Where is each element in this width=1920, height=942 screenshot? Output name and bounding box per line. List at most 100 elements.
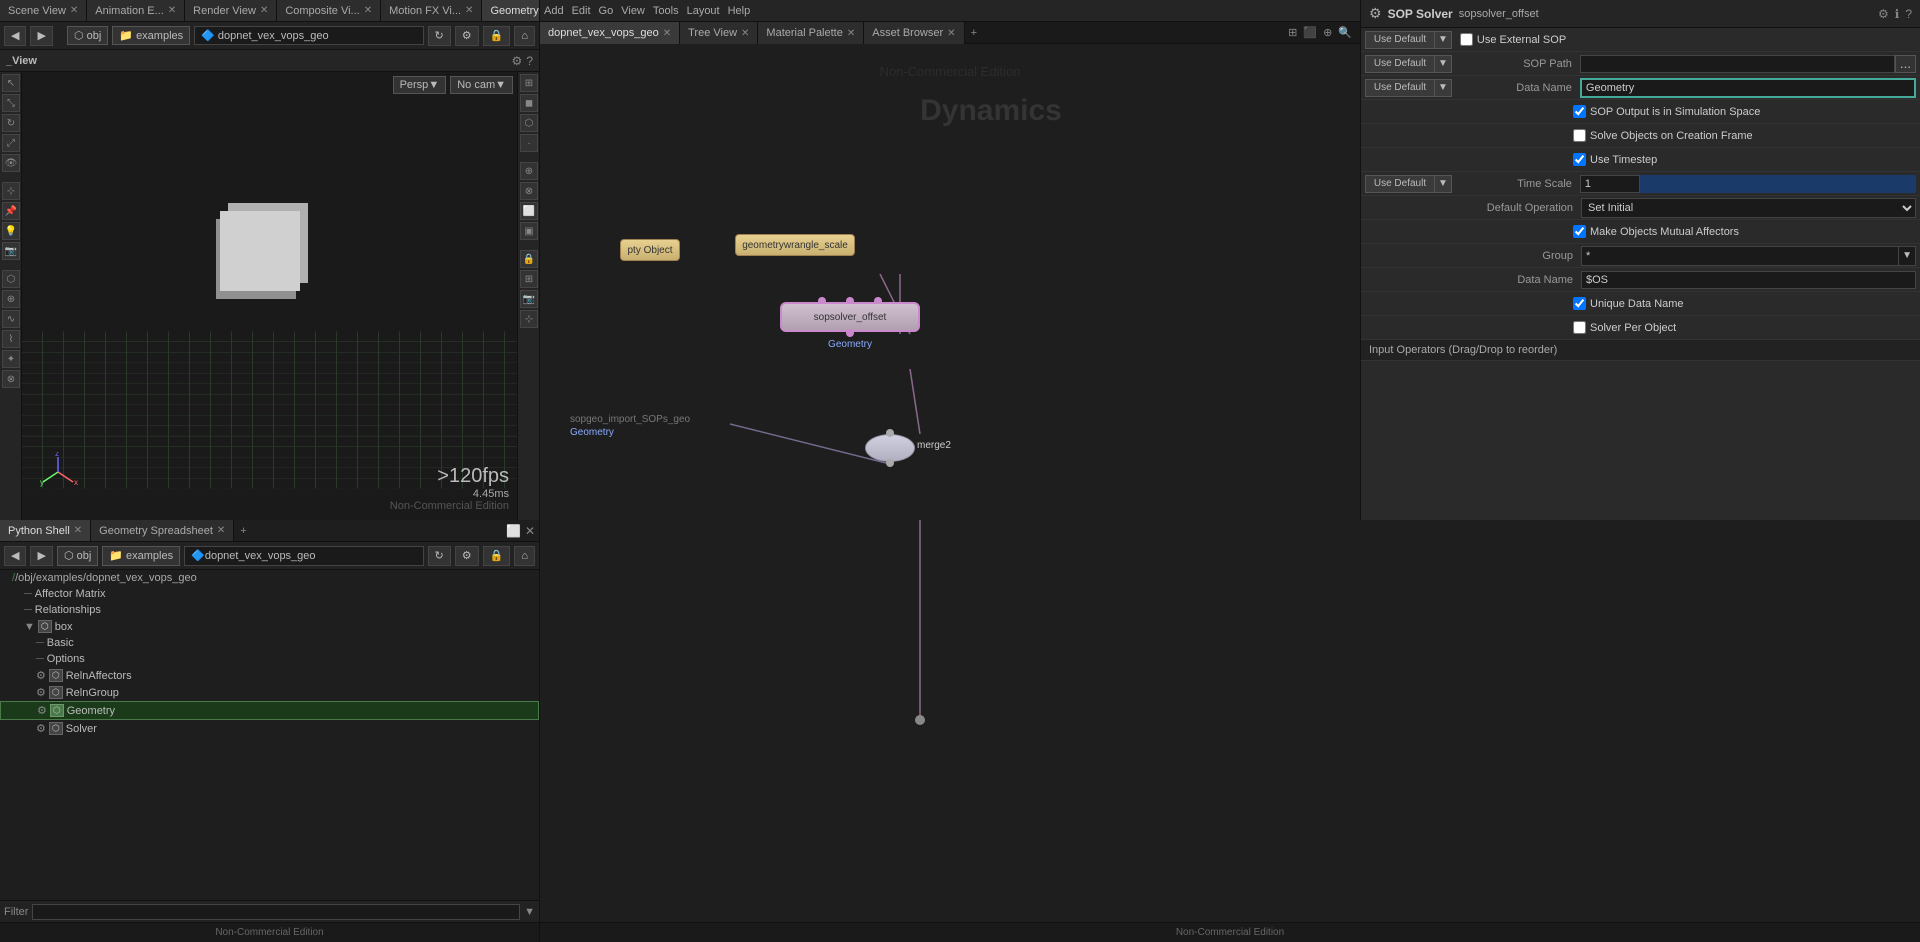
- stereo-btn[interactable]: ⊞: [520, 270, 538, 288]
- props-help-icon[interactable]: ?: [1905, 7, 1912, 21]
- node-tab-add[interactable]: +: [965, 22, 983, 43]
- props-info-icon[interactable]: ℹ: [1895, 7, 1900, 21]
- nav-examples-btn[interactable]: 📁 examples: [112, 26, 190, 45]
- use-timestep-checkbox[interactable]: [1573, 153, 1586, 166]
- node-panel-settings-icon[interactable]: ⊞: [1288, 26, 1297, 39]
- group-arrow[interactable]: ▼: [1899, 246, 1916, 266]
- node-empty-obj[interactable]: pty Object: [620, 239, 680, 261]
- sop-output-checkbox[interactable]: [1573, 105, 1586, 118]
- nav-obj-btn[interactable]: ⬡ obj: [67, 26, 108, 45]
- pose-btn[interactable]: ✦: [2, 350, 20, 368]
- use-default-1[interactable]: Use Default: [1365, 31, 1435, 49]
- nocam-btn[interactable]: No cam ▼: [450, 76, 513, 94]
- tab-render[interactable]: Render View ✕: [185, 0, 277, 22]
- 3d-viewport[interactable]: Persp ▼ No cam ▼ >120fps 4.45ms Non-Comm…: [22, 72, 517, 520]
- rotate-tool-btn[interactable]: ↻: [2, 114, 20, 132]
- bottom-nav-forward[interactable]: ▶: [30, 546, 52, 566]
- data-name-1-input[interactable]: [1580, 78, 1916, 98]
- cam2-btn[interactable]: 📷: [520, 290, 538, 308]
- default-op-select[interactable]: Set Initial: [1581, 198, 1916, 218]
- filter-dropdown-icon[interactable]: ▼: [524, 906, 535, 918]
- bottom-close-icon[interactable]: ✕: [525, 524, 535, 538]
- use-default-3[interactable]: Use Default: [1365, 79, 1435, 97]
- node-panel-grid-icon[interactable]: ⬛: [1303, 26, 1317, 39]
- tab-python-shell[interactable]: Python Shell ✕: [0, 520, 91, 542]
- tree-relationships[interactable]: ─ Relationships: [0, 602, 539, 618]
- geo-btn[interactable]: ⬡: [2, 270, 20, 288]
- handle-btn[interactable]: ⊗: [2, 370, 20, 388]
- use-external-sop-checkbox[interactable]: [1460, 33, 1473, 46]
- tree-reln-group[interactable]: ⚙ ⬡ RelnGroup: [0, 684, 539, 701]
- bottom-tab-add[interactable]: +: [234, 525, 252, 537]
- menu-add[interactable]: Add: [544, 5, 564, 17]
- solver-per-object-checkbox[interactable]: [1573, 321, 1586, 334]
- tab-geo-spread[interactable]: Geometry Spr... ✕: [482, 0, 539, 22]
- tab-anim-close[interactable]: ✕: [168, 5, 176, 16]
- tab-composite-close[interactable]: ✕: [364, 5, 372, 16]
- bottom-maximize-icon[interactable]: ⬜: [506, 524, 521, 538]
- shading-btn[interactable]: ◼: [520, 94, 538, 112]
- tree-affector-matrix[interactable]: ─ Affector Matrix: [0, 586, 539, 602]
- pin-btn[interactable]: 📌: [2, 202, 20, 220]
- bottom-nav-back[interactable]: ◀: [4, 546, 26, 566]
- tab-anim[interactable]: Animation E... ✕: [87, 0, 185, 22]
- props-gear-icon[interactable]: ⚙: [1878, 7, 1889, 21]
- particle-btn[interactable]: ⊕: [2, 290, 20, 308]
- group-input[interactable]: [1581, 246, 1899, 266]
- nav-path-input[interactable]: 🔷 dopnet_vex_vops_geo: [194, 26, 423, 45]
- sop-path-input[interactable]: [1580, 55, 1895, 73]
- nav-forward-btn[interactable]: ▶: [30, 26, 52, 46]
- menu-go[interactable]: Go: [599, 5, 614, 17]
- floor-btn[interactable]: ⬜: [520, 202, 538, 220]
- menu-tools[interactable]: Tools: [653, 5, 679, 17]
- use-default-timescale-arrow[interactable]: ▼: [1435, 175, 1452, 193]
- node-sopsolver[interactable]: sopsolver_offset Geometry: [780, 302, 920, 332]
- unique-data-name-checkbox[interactable]: [1573, 297, 1586, 310]
- sop-path-browse-btn[interactable]: ...: [1895, 55, 1916, 73]
- tab-geo-spreadsheet[interactable]: Geometry Spreadsheet ✕: [91, 520, 234, 542]
- node-tab-matpalette[interactable]: Material Palette ✕: [758, 22, 864, 44]
- bottom-nav-lock[interactable]: 🔒: [483, 546, 511, 566]
- tab-composite[interactable]: Composite Vi... ✕: [277, 0, 381, 22]
- node-tab-dopnet-close[interactable]: ✕: [663, 28, 671, 39]
- node-tab-assetbrowser-close[interactable]: ✕: [947, 28, 955, 39]
- tree-solver[interactable]: ⚙ ⬡ Solver: [0, 720, 539, 737]
- lock2-btn[interactable]: 🔒: [520, 250, 538, 268]
- select-tool-btn[interactable]: ↖: [2, 74, 20, 92]
- bottom-right-panel[interactable]: Non-Commercial Edition: [540, 520, 1920, 942]
- point-btn[interactable]: ·: [520, 134, 538, 152]
- node-editor[interactable]: ◀ ▶ ⬡ obj 📁 examples 🔷 dopnet_vex_vops_g…: [540, 0, 1360, 520]
- node-tab-assetbrowser[interactable]: Asset Browser ✕: [864, 22, 964, 44]
- nav-refresh-btn[interactable]: ↻: [428, 26, 451, 46]
- snap2-btn[interactable]: ⊹: [520, 310, 538, 328]
- bottom-nav-home[interactable]: ⌂: [514, 546, 535, 566]
- tab-python-shell-close[interactable]: ✕: [74, 525, 82, 536]
- nav-home-btn[interactable]: ⌂: [514, 26, 535, 46]
- nav-lock-btn[interactable]: 🔒: [483, 26, 511, 46]
- time-scale-input[interactable]: [1580, 175, 1640, 193]
- node-tab-treeview[interactable]: Tree View ✕: [680, 22, 758, 44]
- filter-input[interactable]: [32, 904, 520, 920]
- view-settings-icon[interactable]: ⚙: [512, 54, 523, 68]
- bottom-nav-refresh[interactable]: ↻: [428, 546, 451, 566]
- node-geowrangle[interactable]: geometrywrangle_scale: [735, 234, 855, 256]
- tab-geo-spreadsheet-close[interactable]: ✕: [217, 525, 225, 536]
- tree-reln-affectors[interactable]: ⚙ ⬡ RelnAffectors: [0, 667, 539, 684]
- tree-box[interactable]: ▼ ⬡ box: [0, 618, 539, 635]
- node-panel-snap-icon[interactable]: ⊕: [1323, 26, 1332, 39]
- bottom-nav-settings[interactable]: ⚙: [455, 546, 479, 566]
- light-btn[interactable]: 💡: [2, 222, 20, 240]
- tab-scene-view-close[interactable]: ✕: [70, 5, 78, 16]
- node-tab-treeview-close[interactable]: ✕: [741, 28, 749, 39]
- menu-edit[interactable]: Edit: [572, 5, 591, 17]
- wire-btn[interactable]: ⬡: [520, 114, 538, 132]
- node-tab-matpalette-close[interactable]: ✕: [847, 28, 855, 39]
- menu-view[interactable]: View: [621, 5, 645, 17]
- tree-basic[interactable]: ─ Basic: [0, 635, 539, 651]
- display-mode-btn[interactable]: ⊞: [520, 74, 538, 92]
- hair-btn[interactable]: ⌇: [2, 330, 20, 348]
- camera-btn[interactable]: 📷: [2, 242, 20, 260]
- menu-layout[interactable]: Layout: [687, 5, 720, 17]
- bone-btn[interactable]: ⊕: [520, 162, 538, 180]
- bottom-nav-obj[interactable]: ⬡ obj: [57, 546, 98, 566]
